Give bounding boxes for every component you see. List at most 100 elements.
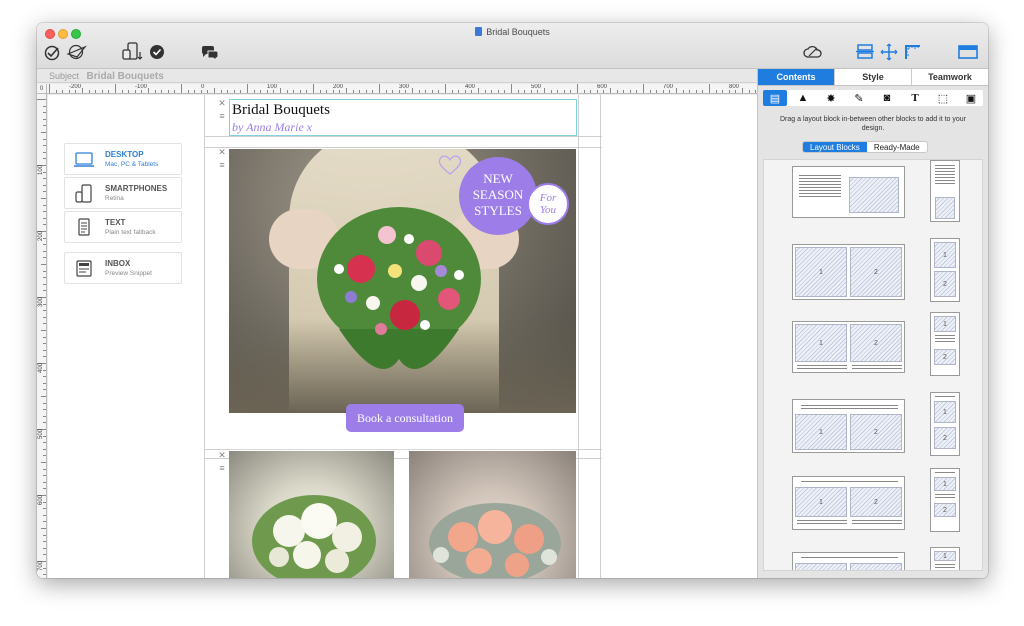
ruler-tick xyxy=(41,132,46,133)
peach-bouquet-image[interactable] xyxy=(409,451,576,578)
layout-rows-icon[interactable] xyxy=(855,42,875,62)
white-bouquet-illustration xyxy=(252,495,376,578)
layout-block-header-images-text[interactable]: 1 2 xyxy=(792,476,905,530)
ruler-tick xyxy=(418,90,420,93)
design-canvas[interactable]: DESKTOP Mac, PC & Tablets SMARTPHONES Re… xyxy=(48,95,757,578)
image-tool-icon[interactable]: ▣ xyxy=(959,90,983,106)
ruler-tick xyxy=(43,415,46,417)
subject-value[interactable]: Bridal Bouquets xyxy=(87,71,164,82)
tab-contents[interactable]: Contents xyxy=(758,69,835,85)
row-delete-icon[interactable]: ✕ xyxy=(216,147,228,157)
device-smartphones[interactable]: SMARTPHONES Retina xyxy=(64,177,182,209)
email-byline[interactable]: by Anna Marie x xyxy=(232,120,312,135)
tab-teamwork[interactable]: Teamwork xyxy=(912,69,988,85)
send-campaign-icon[interactable] xyxy=(65,42,87,62)
ruler-tick xyxy=(43,508,46,510)
button-tool-icon[interactable]: ◙ xyxy=(875,90,899,106)
mobile-block-two-images-caption[interactable]: 1 2 xyxy=(930,312,960,376)
layout-block-two-images-caption[interactable]: 1 2 xyxy=(792,321,905,373)
row-delete-icon[interactable]: ✕ xyxy=(216,98,228,108)
email-title[interactable]: Bridal Bouquets xyxy=(232,102,330,119)
ruler-tick xyxy=(95,90,97,93)
ruler-label: 300 xyxy=(399,84,410,90)
device-inbox[interactable]: INBOX Preview Snippet xyxy=(64,252,182,284)
device-desktop[interactable]: DESKTOP Mac, PC & Tablets xyxy=(64,143,182,175)
ruler-tick xyxy=(728,90,730,93)
ruler-tick xyxy=(161,90,163,93)
header-block[interactable]: Bridal Bouquets by Anna Marie x xyxy=(229,99,577,136)
toggle-sidebar-icon[interactable] xyxy=(957,42,979,62)
ruler-tick xyxy=(669,90,671,93)
image-placeholder-1: 1 xyxy=(934,477,956,491)
subject-bar[interactable]: Subject Bridal Bouquets xyxy=(37,69,757,83)
layout-block-text-image[interactable] xyxy=(792,166,905,218)
mobile-block-header-images-text[interactable]: 1 2 xyxy=(930,468,960,532)
mobile-block-text-image[interactable] xyxy=(930,160,960,222)
crosshair-guides-icon[interactable] xyxy=(879,42,899,62)
layout-block-header-two-images[interactable]: 1 2 xyxy=(792,399,905,453)
ruler-tick xyxy=(43,442,46,444)
tab-style[interactable]: Style xyxy=(835,69,912,85)
selection-tool-icon[interactable]: ⬚ xyxy=(931,90,955,106)
white-bouquet-image[interactable] xyxy=(229,451,394,578)
mobile-block-three-images[interactable]: 1 xyxy=(930,547,960,570)
pen-tool-icon[interactable]: ✎ xyxy=(847,90,871,106)
send-test-icon[interactable] xyxy=(43,42,63,62)
ruler-tick xyxy=(649,90,651,93)
text-tool-icon[interactable]: T xyxy=(903,90,927,106)
mobile-block-header-two-images[interactable]: 1 2 xyxy=(930,392,960,456)
checkmark-icon[interactable] xyxy=(149,42,165,62)
text-lines xyxy=(852,365,902,371)
ruler-tick xyxy=(43,112,46,114)
ruler-tick xyxy=(43,250,46,252)
new-season-badge[interactable]: NEW SEASON STYLES xyxy=(459,157,537,235)
ruler-tick xyxy=(174,90,176,93)
device-text[interactable]: TEXT Plain text fallback xyxy=(64,211,182,243)
badge-line: You xyxy=(539,204,557,216)
ruler-tick xyxy=(550,90,552,93)
hero-image[interactable]: NEW SEASON STYLES For You xyxy=(229,149,576,413)
badge-line: NEW xyxy=(483,171,513,186)
segment-ready-made[interactable]: Ready-Made xyxy=(867,142,927,152)
row-delete-icon[interactable]: ✕ xyxy=(216,450,228,460)
ruler-tick xyxy=(207,90,209,93)
text-lines xyxy=(935,335,955,344)
ruler-tick xyxy=(43,389,46,391)
ruler-tick xyxy=(247,84,248,93)
book-consultation-button[interactable]: Book a consultation xyxy=(346,404,464,432)
ruler-tick xyxy=(43,475,46,477)
ruler-tick xyxy=(385,90,387,93)
layout-block-two-images[interactable]: 1 2 xyxy=(792,244,905,300)
image-placeholder-1: 1 xyxy=(934,316,956,332)
ruler-tick xyxy=(43,204,46,206)
ruler-tick xyxy=(438,90,440,93)
image-placeholder-1: 1 xyxy=(795,324,847,362)
email-design[interactable]: ✕ ≡ ✕ ≡ ✕ ≡ Bridal Bouquets by Anna Mari… xyxy=(204,95,602,578)
ruler-tick xyxy=(748,90,750,93)
text-lines xyxy=(935,472,955,475)
layout-block-three-images[interactable]: 1 3 xyxy=(792,552,905,570)
cloud-icon[interactable] xyxy=(802,42,824,62)
segment-layout-blocks[interactable]: Layout Blocks xyxy=(803,142,867,152)
ruler-tick xyxy=(43,125,46,127)
image-placeholder-1: 1 xyxy=(795,247,847,297)
ruler-tick xyxy=(41,264,46,265)
ruler-tick xyxy=(491,90,493,93)
badge-tool-icon[interactable]: ✸ xyxy=(819,90,843,106)
ruler-tick xyxy=(398,90,400,93)
device-title: TEXT xyxy=(105,218,126,227)
device-preview-icon[interactable] xyxy=(122,42,144,62)
row-drag-handle-icon[interactable]: ≡ xyxy=(216,111,228,121)
vertical-ruler: 100 200 300 400 500 600 700 xyxy=(37,94,47,578)
row-drag-handle-icon[interactable]: ≡ xyxy=(216,463,228,473)
text-lines xyxy=(801,481,898,484)
mobile-block-two-images[interactable]: 1 2 xyxy=(930,238,960,302)
layout-block-tool-icon[interactable]: ▤ xyxy=(763,90,787,106)
comments-icon[interactable] xyxy=(200,42,220,62)
row-drag-handle-icon[interactable]: ≡ xyxy=(216,160,228,170)
shape-tool-icon[interactable]: ▲ xyxy=(791,90,815,106)
layout-block-list[interactable]: 1 2 1 2 1 2 1 2 1 2 1 2 1 2 1 2 1 xyxy=(763,159,983,571)
ruler-tick xyxy=(43,244,46,246)
ruler-icon[interactable] xyxy=(903,42,923,62)
for-you-badge[interactable]: For You xyxy=(527,183,569,225)
